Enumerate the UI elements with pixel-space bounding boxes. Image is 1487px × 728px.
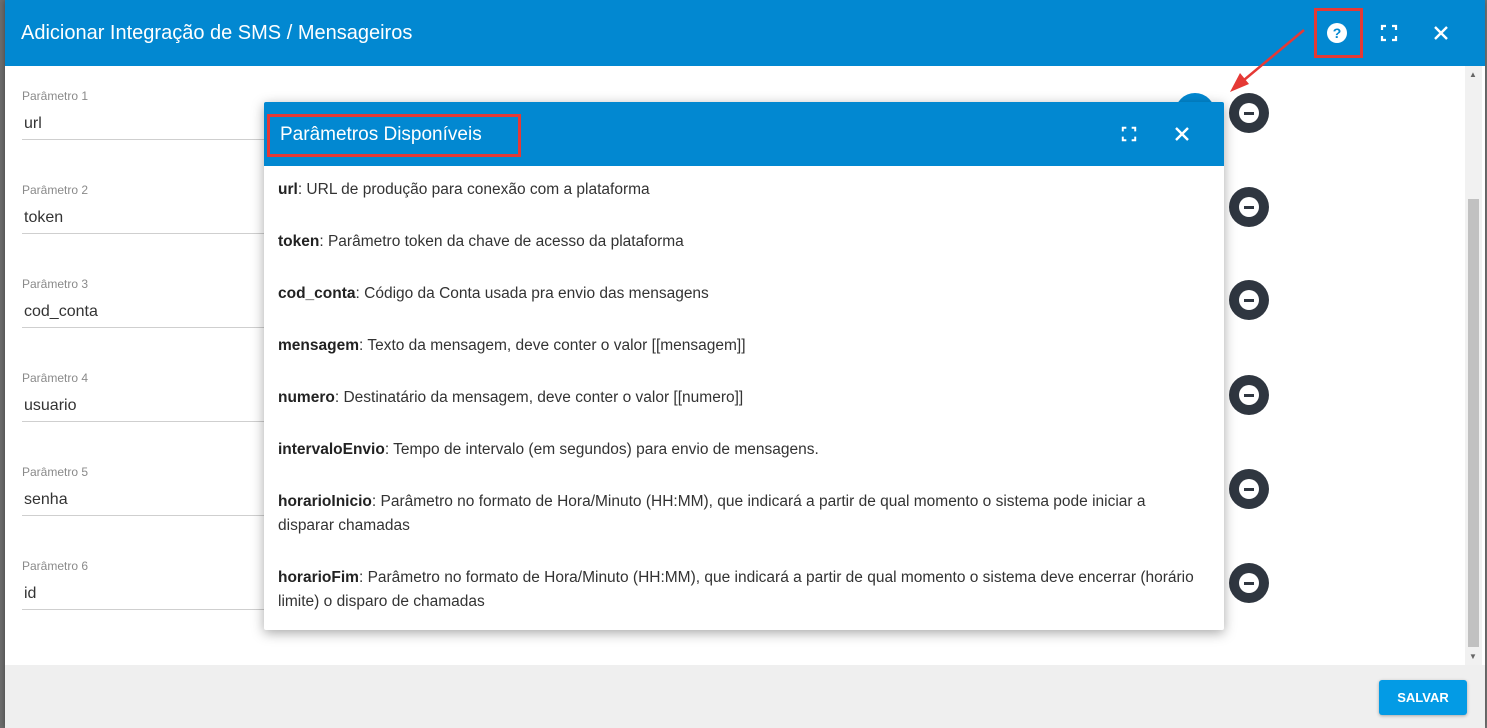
close-icon — [1175, 127, 1189, 141]
help-highlight-box — [1314, 8, 1363, 58]
input-underline — [22, 139, 282, 140]
dialog-title: Adicionar Integração de SMS / Mensageiro… — [21, 22, 413, 44]
parameter-input[interactable]: url — [22, 114, 279, 134]
close-icon — [1434, 26, 1448, 40]
scroll-up-arrow-icon[interactable]: ▲ — [1469, 70, 1477, 79]
param-name: intervaloEnvio — [278, 441, 385, 458]
minus-circle-icon — [1239, 479, 1259, 499]
param-name: cod_conta — [278, 285, 356, 302]
parameter-field-1: Parâmetro 1 url — [22, 88, 282, 140]
param-description-token: token: Parâmetro token da chave de acess… — [278, 230, 1198, 254]
remove-parameter-button-3[interactable] — [1229, 280, 1269, 320]
parameter-input[interactable]: cod_conta — [22, 302, 279, 322]
parameter-field-2: Parâmetro 2 token — [22, 182, 282, 234]
parameter-label: Parâmetro 1 — [22, 89, 89, 103]
parameter-input[interactable]: usuario — [22, 396, 279, 416]
parameter-field-4: Parâmetro 4 usuario — [22, 370, 282, 422]
param-name: horarioInicio — [278, 493, 372, 510]
param-desc: : Parâmetro no formato de Hora/Minuto (H… — [278, 569, 1194, 610]
minus-circle-icon — [1239, 573, 1259, 593]
param-description-intervalo-envio: intervaloEnvio: Tempo de intervalo (em s… — [278, 438, 1198, 462]
param-description-horario-inicio: horarioInicio: Parâmetro no formato de H… — [278, 490, 1198, 538]
popup-maximize-button[interactable] — [1114, 119, 1144, 149]
param-desc: : Tempo de intervalo (em segundos) para … — [384, 441, 819, 458]
param-desc: : Texto da mensagem, deve conter o valor… — [358, 337, 746, 354]
parameter-label: Parâmetro 4 — [22, 371, 89, 385]
parameter-label: Parâmetro 3 — [22, 277, 89, 291]
param-name: url — [278, 181, 298, 198]
parameter-label: Parâmetro 5 — [22, 465, 89, 479]
available-parameters-popup: Parâmetros Disponíveis url: URL de produ… — [264, 102, 1224, 630]
minus-circle-icon — [1239, 197, 1259, 217]
fullscreen-icon — [1380, 24, 1398, 42]
popup-title: Parâmetros Disponíveis — [280, 124, 482, 145]
param-desc: : Parâmetro token da chave de acesso da … — [319, 233, 684, 250]
param-desc: : URL de produção para conexão com a pla… — [297, 181, 650, 198]
param-desc: : Código da Conta usada pra envio das me… — [355, 285, 709, 302]
param-description-numero: numero: Destinatário da mensagem, deve c… — [278, 386, 1198, 410]
minus-circle-icon — [1239, 385, 1259, 405]
parameter-input[interactable]: senha — [22, 490, 279, 510]
dialog-header: Adicionar Integração de SMS / Mensageiro… — [5, 0, 1485, 66]
popup-close-button[interactable] — [1167, 119, 1197, 149]
param-description-cod-conta: cod_conta: Código da Conta usada pra env… — [278, 282, 1198, 306]
input-underline — [22, 515, 282, 516]
remove-parameter-button-4[interactable] — [1229, 375, 1269, 415]
dialog-footer — [5, 665, 1485, 728]
param-name: numero — [278, 389, 335, 406]
param-description-url: url: URL de produção para conexão com a … — [278, 178, 1198, 202]
remove-parameter-button-6[interactable] — [1229, 563, 1269, 603]
parameter-field-3: Parâmetro 3 cod_conta — [22, 276, 282, 328]
parameter-input[interactable]: token — [22, 208, 279, 228]
parameter-field-6: Parâmetro 6 id — [22, 558, 282, 610]
parameter-label: Parâmetro 2 — [22, 183, 89, 197]
fullscreen-icon — [1121, 126, 1137, 142]
param-description-mensagem: mensagem: Texto da mensagem, deve conter… — [278, 334, 1198, 358]
remove-parameter-button-1[interactable] — [1229, 93, 1269, 133]
input-underline — [22, 609, 282, 610]
parameter-field-5: Parâmetro 5 senha — [22, 464, 282, 516]
parameter-input[interactable]: id — [22, 584, 279, 604]
input-underline — [22, 233, 282, 234]
param-name: mensagem — [278, 337, 359, 354]
vertical-scrollbar[interactable]: ▲ ▼ — [1465, 66, 1482, 665]
input-underline — [22, 327, 282, 328]
param-desc: : Destinatário da mensagem, deve conter … — [334, 389, 744, 406]
scroll-down-arrow-icon[interactable]: ▼ — [1469, 652, 1477, 661]
remove-parameter-button-2[interactable] — [1229, 187, 1269, 227]
save-button[interactable]: SALVAR — [1379, 680, 1467, 715]
maximize-button[interactable] — [1369, 13, 1409, 53]
minus-circle-icon — [1239, 103, 1259, 123]
input-underline — [22, 421, 282, 422]
parameter-label: Parâmetro 6 — [22, 559, 89, 573]
close-button[interactable] — [1421, 13, 1461, 53]
param-description-horario-fim: horarioFim: Parâmetro no formato de Hora… — [278, 566, 1198, 614]
popup-body: url: URL de produção para conexão com a … — [278, 178, 1198, 642]
popup-header: Parâmetros Disponíveis — [264, 102, 1224, 166]
param-desc: : Parâmetro no formato de Hora/Minuto (H… — [278, 493, 1146, 534]
scrollbar-thumb[interactable] — [1468, 199, 1479, 647]
remove-parameter-button-5[interactable] — [1229, 469, 1269, 509]
param-name: horarioFim — [278, 569, 359, 586]
param-name: token — [278, 233, 320, 250]
minus-circle-icon — [1239, 290, 1259, 310]
